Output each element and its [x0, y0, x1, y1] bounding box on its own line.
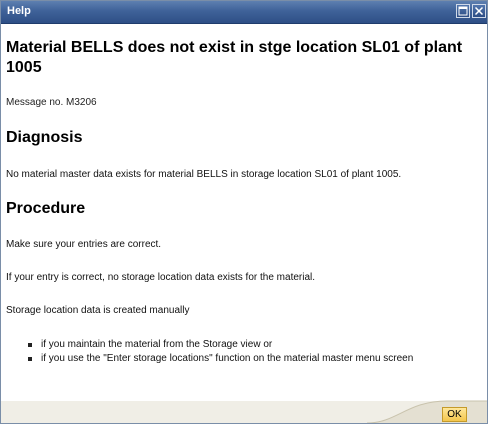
procedure-heading: Procedure: [6, 200, 86, 217]
list-item: if you use the "Enter storage locations"…: [28, 352, 413, 366]
bullet-icon: [28, 343, 32, 347]
title-bar[interactable]: Help: [1, 1, 487, 24]
help-dialog: Help Material BELLS does not exist in st…: [0, 0, 488, 424]
close-icon: [474, 6, 484, 16]
maximize-button[interactable]: [456, 4, 470, 18]
list-item-text: if you use the "Enter storage locations"…: [41, 353, 414, 364]
bullet-icon: [28, 357, 32, 361]
diagnosis-heading: Diagnosis: [6, 129, 83, 146]
window-title: Help: [7, 5, 31, 17]
ok-button[interactable]: OK: [442, 407, 467, 422]
procedure-paragraph: Storage location data is created manuall…: [6, 305, 190, 316]
close-button[interactable]: [472, 4, 486, 18]
list-item-text: if you maintain the material from the St…: [41, 339, 273, 350]
procedure-bullet-list: if you maintain the material from the St…: [28, 338, 413, 366]
footer-decoration: [367, 400, 487, 423]
message-heading: Material BELLS does not exist in stge lo…: [6, 39, 463, 76]
maximize-icon: [458, 6, 468, 16]
procedure-paragraph: If your entry is correct, no storage loc…: [6, 272, 316, 283]
diagnosis-text: No material master data exists for mater…: [6, 169, 402, 180]
dialog-footer: [1, 400, 487, 423]
list-item: if you maintain the material from the St…: [28, 338, 413, 352]
procedure-paragraph: Make sure your entries are correct.: [6, 239, 162, 250]
message-number: Message no. M3206: [6, 97, 97, 108]
